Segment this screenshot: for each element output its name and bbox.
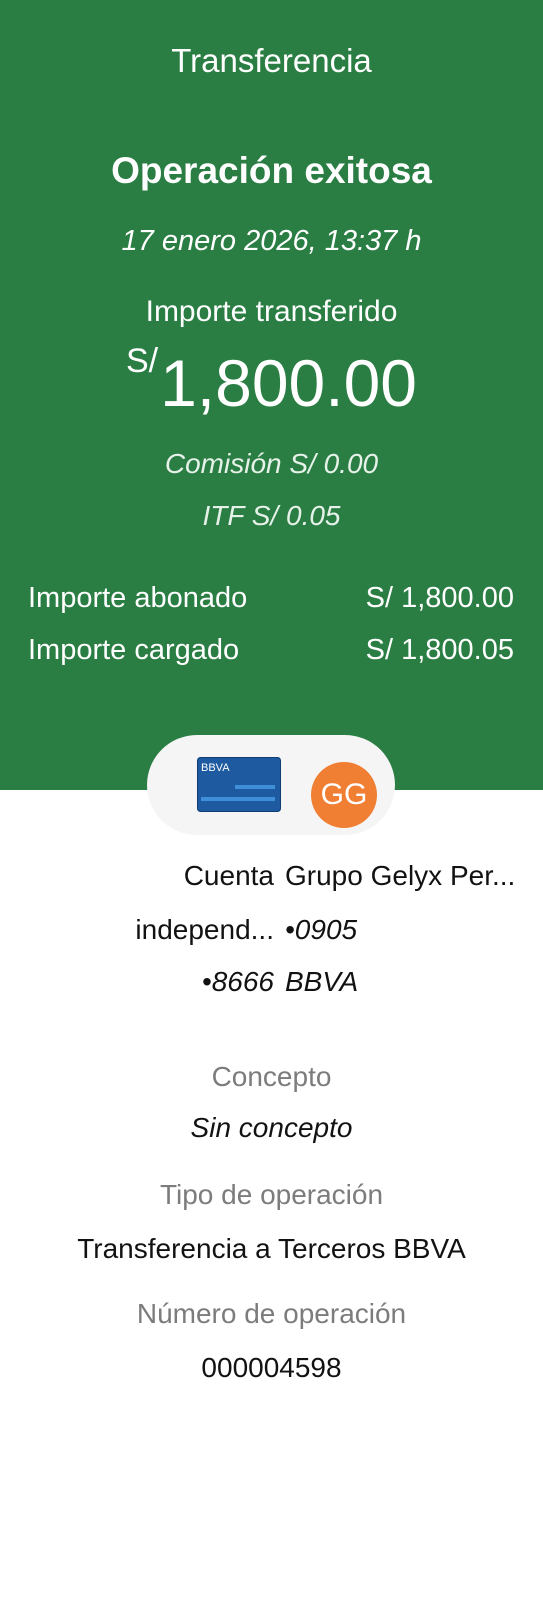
destination-account-name: Grupo Gelyx Per... <box>285 860 516 891</box>
operation-number-value: 000004598 <box>201 1352 342 1383</box>
operation-type-value: Transferencia a Terceros BBVA <box>77 1233 466 1264</box>
origin-account-name-line-2: independ... <box>135 914 274 945</box>
operation-status-title: Operación exitosa <box>111 150 432 191</box>
operation-type-label: Tipo de operación <box>159 1179 384 1210</box>
transferred-amount: S/1,800.00 <box>0 342 543 421</box>
credited-amount-value: S/ 1,800.00 <box>365 582 514 614</box>
transferred-amount-label: Importe transferido <box>145 295 398 328</box>
destination-account-number: •0905 <box>285 914 358 945</box>
screen-title: Transferencia <box>171 42 372 79</box>
operation-number-label: Número de operación <box>136 1298 407 1329</box>
itf-text: ITF S/ 0.05 <box>202 500 341 531</box>
destination-avatar: GG <box>311 762 377 828</box>
charged-amount-label: Importe cargado <box>28 634 240 666</box>
origin-account-number: •8666 <box>201 966 274 997</box>
operation-datetime: 17 enero 2026, 13:37 h <box>121 225 422 257</box>
origin-account-name-line-1: Cuenta <box>183 860 274 891</box>
amount-value: 1,800.00 <box>160 346 418 420</box>
commission-text: Comisión S/ 0.00 <box>164 448 379 479</box>
concept-label: Concepto <box>211 1061 332 1092</box>
card-brand-text: BBVA <box>201 762 230 774</box>
bbva-card-icon: BBVA <box>197 757 281 812</box>
charged-amount-value: S/ 1,800.05 <box>365 634 514 666</box>
destination-bank: BBVA <box>285 966 359 997</box>
currency-symbol: S/ <box>125 342 159 380</box>
concept-value: Sin concepto <box>190 1112 353 1143</box>
credited-amount-label: Importe abonado <box>28 582 248 614</box>
